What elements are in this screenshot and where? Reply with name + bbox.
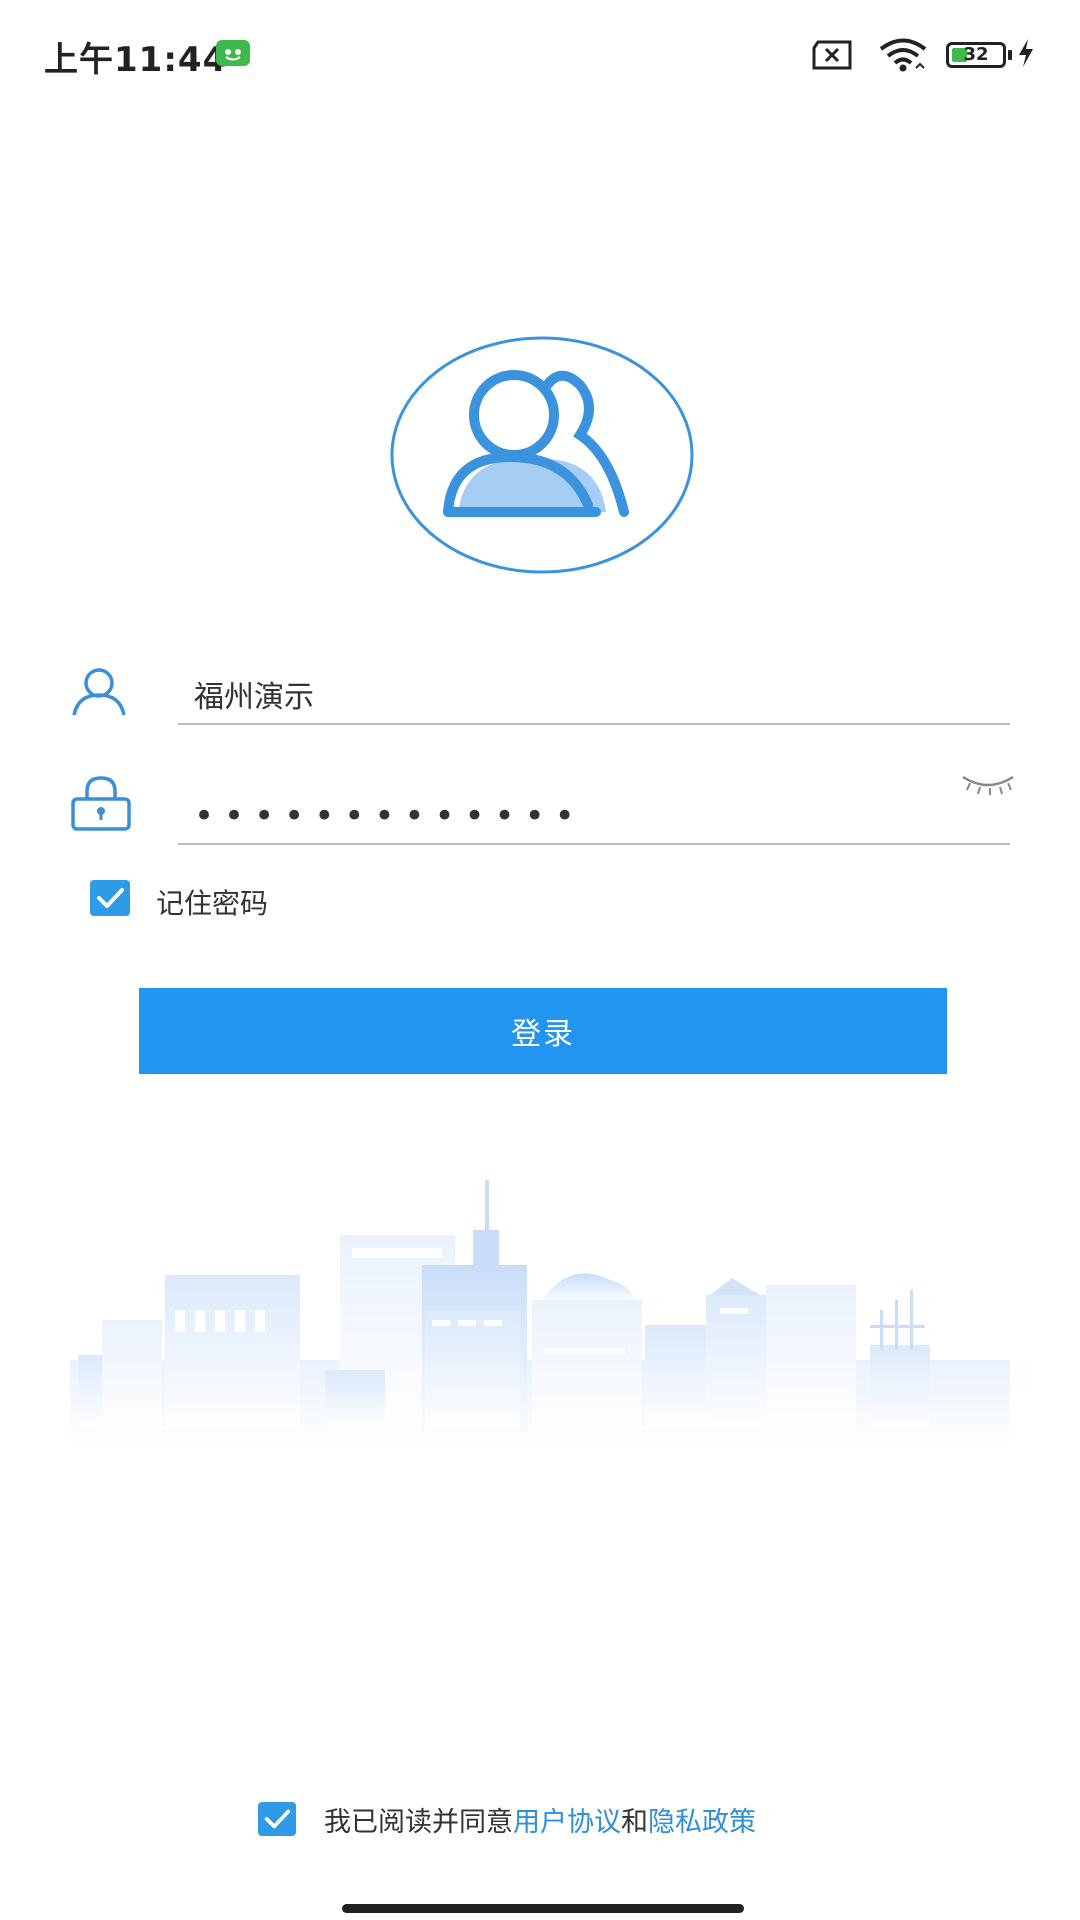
username-input[interactable] [178,669,1010,719]
password-input[interactable] [178,791,1010,841]
home-indicator[interactable] [342,1904,744,1913]
password-row [0,765,1080,845]
agreement-text: 我已阅读并同意用户协议和隐私政策 [324,1800,756,1839]
check-icon [97,888,124,908]
agreement-conjunction: 和 [621,1807,648,1838]
lock-icon [71,776,131,831]
battery-icon: 32 [946,42,1006,68]
city-skyline-illustration [70,1180,1010,1450]
charging-icon [1019,39,1033,67]
sim-error-icon [812,40,852,70]
wifi-icon [879,38,927,72]
status-time: 上午11:44 [44,40,228,80]
agreement-prefix: 我已阅读并同意 [324,1807,513,1838]
username-row [0,655,1080,735]
avatar-logo-icon [390,336,694,574]
remember-checkbox[interactable] [90,880,130,916]
user-agreement-link[interactable]: 用户协议 [513,1807,621,1838]
login-button[interactable]: 登录 [139,988,947,1074]
remember-label: 记住密码 [156,887,269,920]
username-underline [178,723,1010,725]
battery-text: 32 [963,44,989,65]
check-icon [264,1809,291,1829]
battery-tip [1008,50,1012,60]
agreement-checkbox[interactable] [258,1802,296,1836]
password-underline [178,843,1010,845]
eye-closed-icon[interactable] [960,773,1016,797]
user-icon [72,668,126,716]
app-notification-icon [216,40,250,66]
status-bar: 上午11:44 32 [0,0,1080,110]
privacy-policy-link[interactable]: 隐私政策 [648,1807,756,1838]
